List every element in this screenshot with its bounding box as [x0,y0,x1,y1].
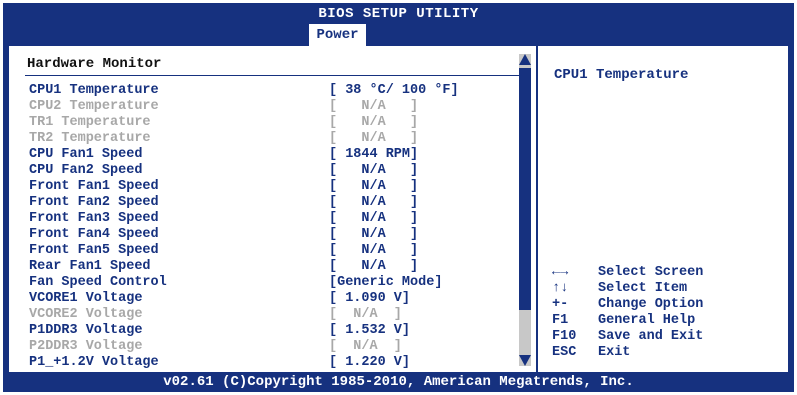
setting-value: [ N/A ] [329,131,419,146]
setting-value[interactable]: [ 1.532 V] [329,323,410,339]
setting-label: CPU1 Temperature [29,83,159,98]
help-pane: CPU1 Temperature ←→ Select Screen ↑↓ Select… [538,46,788,372]
setting-row[interactable]: Front Fan4 Speed [ N/A ] [29,227,509,243]
setting-value[interactable]: [ 38 °C/ 100 °F] [329,83,459,99]
content-panel: Hardware Monitor CPU1 Temperature [ 38 °C… [9,46,788,372]
key-name: +- [552,297,569,312]
scroll-down-arrow-icon[interactable] [519,355,531,366]
setting-label: Fan Speed Control [29,275,167,290]
section-divider [25,75,521,76]
key-name: F1 [552,313,569,328]
setting-value[interactable]: [ N/A ] [329,211,418,227]
setting-row[interactable]: Front Fan5 Speed [ N/A ] [29,243,509,259]
key-name: ESC [552,345,577,360]
key-description: Select Item [598,281,688,296]
setting-label: CPU Fan1 Speed [29,147,143,162]
scroll-up-arrow-icon[interactable] [519,54,531,65]
setting-value[interactable]: [ N/A ] [329,227,418,243]
setting-value: [ N/A ] [329,99,419,114]
setting-value[interactable]: [ N/A ] [329,179,418,195]
setting-label: P1DDR3 Voltage [29,323,143,338]
bios-frame: BIOS SETUP UTILITY Power Hardware Monito… [3,3,794,392]
setting-row: TR1 Temperature [ N/A ] [29,115,509,131]
setting-value[interactable]: [ 1844 RPM] [329,147,418,163]
setting-value: [ N/A ] [329,339,402,354]
setting-label: TR2 Temperature [29,131,151,146]
setting-row[interactable]: Front Fan1 Speed [ N/A ] [29,179,509,195]
app-title: BIOS SETUP UTILITY [318,6,479,22]
section-title: Hardware Monitor [27,56,162,72]
setting-value: [ N/A ] [329,115,419,130]
setting-row[interactable]: Front Fan3 Speed [ N/A ] [29,211,509,227]
setting-row: VCORE2 Voltage [ N/A ] [29,307,509,323]
copyright-footer: v02.61 (C)Copyright 1985-2010, American … [163,374,634,390]
scrollbar[interactable] [519,54,531,366]
setting-row: P2DDR3 Voltage [ N/A ] [29,339,509,355]
setting-row[interactable]: P1DDR3 Voltage [ 1.532 V] [29,323,509,339]
setting-label: TR1 Temperature [29,115,151,130]
setting-label: P2DDR3 Voltage [29,339,143,354]
key-description: Select Screen [598,265,704,280]
setting-label: Front Fan4 Speed [29,227,159,242]
setting-label: Front Fan3 Speed [29,211,159,226]
setting-label: Rear Fan1 Speed [29,259,151,274]
tab-power[interactable]: Power [309,24,366,46]
setting-value[interactable]: [ 1.220 V] [329,355,410,371]
key-description: General Help [598,313,696,328]
setting-value[interactable]: [Generic Mode] [329,275,442,291]
setting-value[interactable]: [ N/A ] [329,195,418,211]
setting-row[interactable]: Fan Speed Control [Generic Mode] [29,275,509,291]
setting-label: VCORE1 Voltage [29,291,143,306]
help-title: CPU1 Temperature [554,67,689,83]
setting-value: [ N/A ] [329,307,402,322]
setting-label: Front Fan2 Speed [29,195,159,210]
setting-label: CPU2 Temperature [29,99,159,114]
setting-label: Front Fan5 Speed [29,243,159,258]
setting-value[interactable]: [ 1.090 V] [329,291,410,307]
key-description: Save and Exit [598,329,704,344]
settings-pane: Hardware Monitor CPU1 Temperature [ 38 °C… [9,46,535,372]
key-name: ↑↓ [552,281,569,296]
key-description: Exit [598,345,631,360]
setting-value[interactable]: [ N/A ] [329,259,418,275]
setting-label: P1_+1.2V Voltage [29,355,159,370]
setting-label: Front Fan1 Speed [29,179,159,194]
setting-row: CPU2 Temperature [ N/A ] [29,99,509,115]
key-name: ←→ [552,265,569,280]
key-name: F10 [552,329,577,344]
setting-row[interactable]: P1_+1.2V Voltage [ 1.220 V] [29,355,509,371]
setting-row[interactable]: CPU Fan1 Speed [ 1844 RPM] [29,147,509,163]
setting-row[interactable]: CPU1 Temperature [ 38 °C/ 100 °F] [29,83,509,99]
setting-row[interactable]: CPU Fan2 Speed [ N/A ] [29,163,509,179]
key-description: Change Option [598,297,704,312]
setting-label: VCORE2 Voltage [29,307,143,322]
scrollbar-thumb[interactable] [519,68,531,310]
setting-row[interactable]: VCORE1 Voltage [ 1.090 V] [29,291,509,307]
setting-label: CPU Fan2 Speed [29,163,143,178]
setting-row[interactable]: Rear Fan1 Speed [ N/A ] [29,259,509,275]
setting-value[interactable]: [ N/A ] [329,163,418,179]
setting-row[interactable]: Front Fan2 Speed [ N/A ] [29,195,509,211]
setting-row: TR2 Temperature [ N/A ] [29,131,509,147]
setting-value[interactable]: [ N/A ] [329,243,418,259]
